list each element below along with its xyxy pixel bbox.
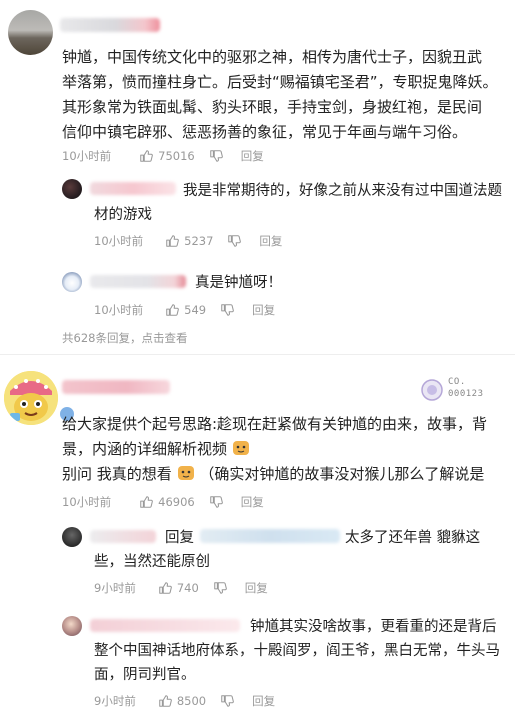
timestamp: 10小时前 (62, 149, 112, 163)
reply-username-blurred[interactable] (90, 530, 156, 543)
reply-meta: 10小时前 549 回复 (94, 302, 275, 318)
like-button[interactable]: 75016 (139, 149, 195, 163)
like-button[interactable]: 46906 (139, 495, 195, 509)
doge-emoji-icon (232, 441, 249, 455)
user-avatar[interactable] (8, 10, 53, 55)
dislike-button[interactable] (220, 303, 234, 317)
reply-username-blurred[interactable] (90, 619, 240, 632)
reply-button[interactable]: 回复 (252, 693, 275, 709)
username-blurred[interactable] (60, 18, 160, 32)
reply-avatar[interactable] (62, 527, 82, 547)
reply-avatar[interactable] (62, 272, 82, 292)
dislike-button[interactable] (213, 581, 227, 595)
like-button[interactable]: 740 (158, 581, 199, 595)
reply-text: 钟馗其实没啥故事，更看重的还是背后 (250, 619, 497, 635)
doge-emoji-icon (177, 466, 194, 480)
comment-text: 给大家提供个起号思路:趁现在赶紧做有关钟馗的由来，故事，背 景，内涵的详细解析视… (62, 415, 488, 483)
thumb-up-icon (159, 582, 172, 594)
reply-button[interactable]: 回复 (252, 302, 275, 318)
timestamp: 9小时前 (94, 694, 136, 708)
dislike-button[interactable] (220, 694, 234, 708)
reply-button[interactable]: 回复 (259, 233, 282, 249)
view-more-replies-link[interactable]: 共628条回复，点击查看 (62, 330, 187, 346)
comment-meta: 10小时前 46906 回复 (62, 494, 264, 510)
like-count: 5237 (184, 234, 214, 248)
reply-meta: 9小时前 740 回复 (94, 580, 268, 596)
reply-username-blurred[interactable] (90, 275, 186, 288)
like-count: 75016 (158, 149, 195, 163)
thumb-down-icon (221, 695, 234, 707)
like-count: 549 (184, 303, 207, 317)
thumb-up-icon (166, 304, 179, 316)
user-avatar[interactable] (4, 371, 58, 425)
timestamp: 10小时前 (62, 495, 112, 509)
like-button[interactable]: 549 (165, 303, 206, 317)
reply-text: 太多了还年兽 貔貅这 (345, 530, 481, 546)
cartoon-avatar-icon (4, 371, 58, 425)
reply-text: 我是非常期待的，好像之前从来没有过中国道法题 (183, 183, 502, 199)
dislike-button[interactable] (209, 149, 223, 163)
reply-target-blurred[interactable] (200, 529, 340, 543)
reply-text-continued: 些，当然还能原创 (94, 554, 210, 570)
timestamp: 10小时前 (94, 234, 144, 248)
timestamp: 9小时前 (94, 581, 136, 595)
thumb-down-icon (228, 235, 242, 247)
timestamp: 10小时前 (94, 303, 144, 317)
reply-button[interactable]: 回复 (241, 148, 264, 164)
reply-text-continued: 材的游戏 (94, 207, 152, 223)
thumb-up-icon (140, 150, 153, 162)
comment-feed: 钟馗，中国传统文化中的驱邪之神，相传为唐代士子，因貌丑武 举落第，愤而撞柱身亡。… (0, 0, 515, 710)
like-count: 46906 (158, 495, 195, 509)
thumb-up-icon (159, 695, 172, 707)
comment-divider (0, 354, 515, 355)
like-count: 8500 (176, 694, 207, 708)
comment-text: 钟馗，中国传统文化中的驱邪之神，相传为唐代士子，因貌丑武 举落第，愤而撞柱身亡。… (62, 48, 498, 141)
comment-meta: 10小时前 75016 回复 (62, 148, 264, 164)
reply-avatar[interactable] (62, 179, 82, 199)
reply-avatar[interactable] (62, 616, 82, 636)
thumb-down-icon (214, 582, 227, 594)
fan-badge[interactable]: CO. 000123 (420, 376, 510, 406)
fan-badge-icon (421, 379, 443, 401)
like-button[interactable]: 8500 (158, 694, 206, 708)
like-count: 740 (176, 581, 199, 595)
like-button[interactable]: 5237 (165, 234, 213, 248)
reply-meta: 10小时前 5237 回复 (94, 233, 282, 249)
thumb-down-icon (221, 304, 234, 316)
thumb-down-icon (209, 150, 223, 162)
reply-button[interactable]: 回复 (241, 494, 264, 510)
reply-username-blurred[interactable] (90, 182, 176, 195)
reply-text: 真是钟馗呀！ (195, 275, 282, 291)
fan-badge-text: CO. 000123 (448, 377, 484, 399)
dislike-button[interactable] (209, 495, 223, 509)
reply-prefix: 回复 (165, 530, 194, 546)
dislike-button[interactable] (227, 234, 242, 248)
reply-text-continued: 整个中国神话地府体系，十殿阎罗，阎王爷，黑白无常，牛头马 面，阴司判官。 (94, 643, 500, 683)
reply-meta: 9小时前 8500 回复 (94, 693, 275, 709)
thumb-up-icon (166, 235, 179, 247)
thumb-up-icon (140, 496, 153, 508)
username-blurred[interactable] (62, 380, 170, 394)
thumb-down-icon (209, 496, 223, 508)
reply-button[interactable]: 回复 (245, 580, 268, 596)
